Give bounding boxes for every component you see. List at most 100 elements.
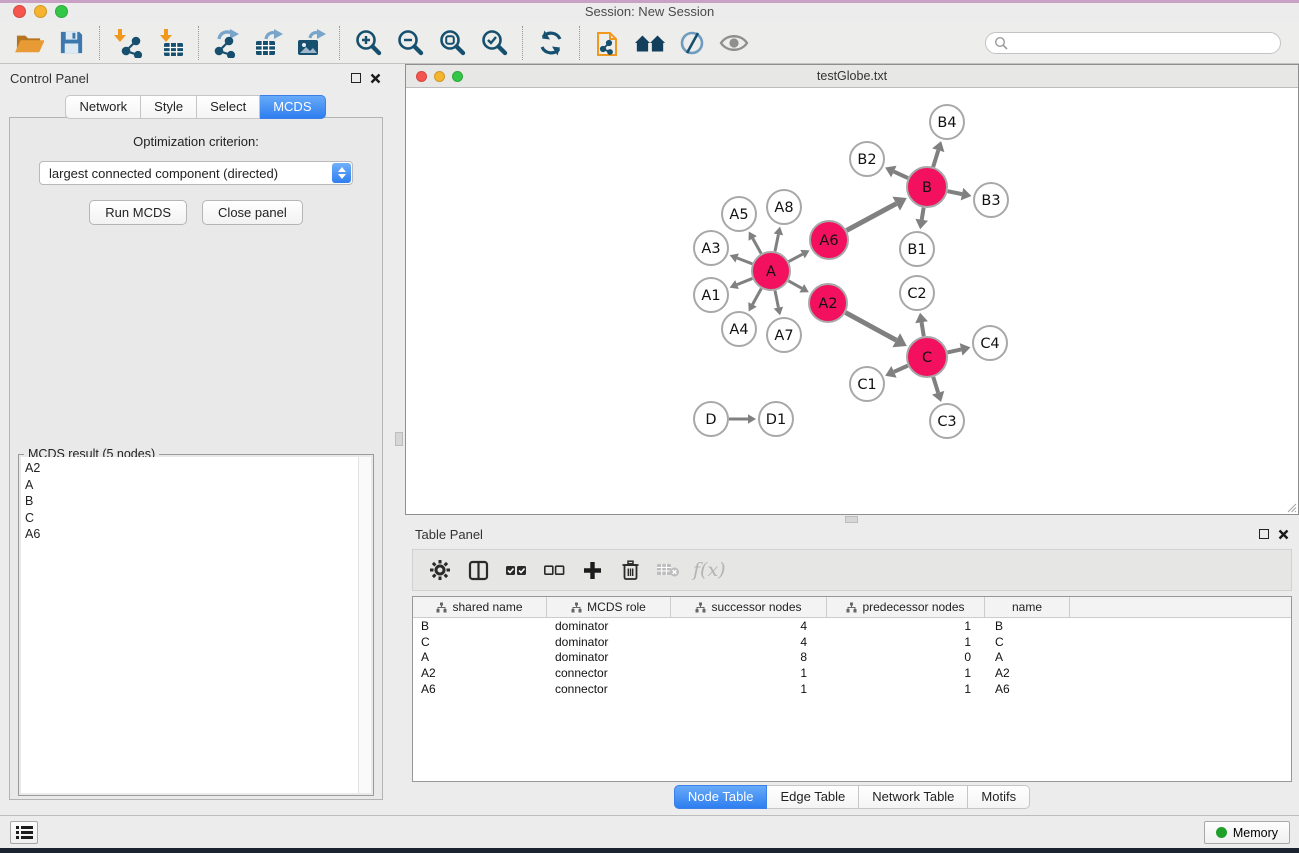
tab-network[interactable]: Network (65, 95, 141, 119)
column-header-successor-nodes[interactable]: successor nodes (671, 597, 827, 617)
no-graphics-details-button[interactable] (671, 24, 713, 62)
resize-grip-icon[interactable] (1286, 502, 1297, 513)
delete-column-button[interactable] (613, 553, 647, 587)
float-panel-icon[interactable] (351, 73, 361, 83)
table-cell[interactable]: connector (547, 682, 671, 696)
mcds-result-item[interactable]: A (25, 477, 371, 494)
column-header-MCDS-role[interactable]: MCDS role (547, 597, 671, 617)
table-cell[interactable]: A (985, 650, 1070, 664)
zoom-in-button[interactable] (347, 24, 389, 62)
table-cell[interactable]: dominator (547, 635, 671, 649)
table-cell[interactable]: 1 (671, 666, 827, 680)
graph-edge-A-A6[interactable] (789, 254, 803, 261)
close-table-panel-icon[interactable] (1278, 529, 1289, 540)
graph-node-B4[interactable]: B4 (930, 105, 964, 139)
table-cell[interactable]: 1 (827, 666, 985, 680)
graph-edge-A-A7[interactable] (775, 291, 778, 308)
graph-edge-C-C1[interactable] (894, 366, 908, 372)
graph-node-A6[interactable]: A6 (810, 221, 848, 259)
graph-node-D1[interactable]: D1 (759, 402, 793, 436)
close-panel-icon[interactable] (370, 73, 381, 84)
graph-edge-A-A8[interactable] (775, 234, 778, 251)
mcds-result-item[interactable]: B (25, 493, 371, 510)
table-row[interactable]: Bdominator41B (413, 618, 1291, 634)
criterion-select[interactable]: largest connected component (directed) (39, 161, 353, 185)
graph-edge-A6-B[interactable] (847, 204, 897, 231)
select-none-button[interactable] (537, 553, 571, 587)
refresh-button[interactable] (530, 24, 572, 62)
graph-edge-C-C2[interactable] (922, 322, 924, 336)
graph-node-A5[interactable]: A5 (722, 197, 756, 231)
column-header-predecessor-nodes[interactable]: predecessor nodes (827, 597, 985, 617)
table-tab-edge-table[interactable]: Edge Table (767, 785, 859, 809)
graph-edge-A-A1[interactable] (737, 278, 752, 284)
table-cell[interactable]: dominator (547, 650, 671, 664)
network-graph[interactable]: B4B2BB3A8A5A6A3B1AC2A1A2A4A7C4CC1C3DD1 (406, 89, 1296, 514)
table-cell[interactable]: A6 (985, 682, 1070, 696)
table-cell[interactable]: dominator (547, 619, 671, 633)
show-columns-button[interactable] (461, 553, 495, 587)
zoom-fit-button[interactable] (431, 24, 473, 62)
graph-edge-B-B3[interactable] (948, 191, 962, 194)
table-cell[interactable]: 1 (827, 635, 985, 649)
open-session-button[interactable] (8, 24, 50, 62)
result-list-scrollbar[interactable] (358, 457, 371, 793)
table-cell[interactable]: connector (547, 666, 671, 680)
table-cell[interactable]: B (413, 619, 547, 633)
graph-edge-A-A2[interactable] (788, 281, 801, 289)
close-panel-button[interactable]: Close panel (202, 200, 303, 225)
select-all-button[interactable] (499, 553, 533, 587)
graph-edge-B-B2[interactable] (894, 172, 908, 179)
graph-node-B[interactable]: B (907, 167, 947, 207)
table-cell[interactable]: C (985, 635, 1070, 649)
graph-node-C4[interactable]: C4 (973, 326, 1007, 360)
import-table-button[interactable] (149, 24, 191, 62)
graph-node-A3[interactable]: A3 (694, 231, 728, 265)
table-tab-network-table[interactable]: Network Table (859, 785, 968, 809)
graph-edge-A2-C[interactable] (846, 313, 897, 341)
tab-mcds[interactable]: MCDS (260, 95, 325, 119)
table-cell[interactable]: 1 (827, 682, 985, 696)
graph-edge-C-C4[interactable] (947, 349, 961, 352)
network-from-file-button[interactable] (587, 24, 629, 62)
mcds-result-item[interactable]: A2 (25, 460, 371, 477)
table-tab-motifs[interactable]: Motifs (968, 785, 1030, 809)
graph-edge-A-A3[interactable] (737, 258, 752, 264)
run-mcds-button[interactable]: Run MCDS (89, 200, 187, 225)
mcds-result-item[interactable]: C (25, 510, 371, 527)
table-row[interactable]: Adominator80A (413, 650, 1291, 666)
graph-node-C[interactable]: C (907, 337, 947, 377)
graph-node-C1[interactable]: C1 (850, 367, 884, 401)
table-row[interactable]: Cdominator41C (413, 634, 1291, 650)
function-builder-label[interactable]: f(x) (689, 559, 726, 581)
graph-node-B1[interactable]: B1 (900, 232, 934, 266)
delete-table-button[interactable] (651, 553, 685, 587)
zoom-selected-button[interactable] (473, 24, 515, 62)
birds-eye-view-button[interactable] (713, 24, 755, 62)
graph-node-C3[interactable]: C3 (930, 404, 964, 438)
zoom-out-button[interactable] (389, 24, 431, 62)
table-cell[interactable]: B (985, 619, 1070, 633)
table-cell[interactable]: A2 (413, 666, 547, 680)
table-cell[interactable]: 4 (671, 619, 827, 633)
table-cell[interactable]: 8 (671, 650, 827, 664)
table-cell[interactable]: 1 (827, 619, 985, 633)
table-cell[interactable]: C (413, 635, 547, 649)
graph-node-B3[interactable]: B3 (974, 183, 1008, 217)
add-column-button[interactable] (575, 553, 609, 587)
table-cell[interactable]: A (413, 650, 547, 664)
graph-node-D[interactable]: D (694, 402, 728, 436)
vertical-splitter-handle[interactable] (395, 432, 403, 446)
graph-node-B2[interactable]: B2 (850, 142, 884, 176)
graph-edge-B-B1[interactable] (922, 208, 924, 220)
graph-node-A8[interactable]: A8 (767, 190, 801, 224)
table-row[interactable]: A2connector11A2 (413, 665, 1291, 681)
graph-edge-B-B4[interactable] (933, 150, 938, 167)
graph-edge-C-C3[interactable] (933, 377, 938, 393)
task-history-button[interactable] (10, 821, 38, 844)
memory-button[interactable]: Memory (1204, 821, 1290, 844)
export-image-button[interactable] (290, 24, 332, 62)
graph-node-A[interactable]: A (752, 252, 790, 290)
network-canvas[interactable]: B4B2BB3A8A5A6A3B1AC2A1A2A4A7C4CC1C3DD1 (406, 89, 1298, 514)
homes-button[interactable] (629, 24, 671, 62)
